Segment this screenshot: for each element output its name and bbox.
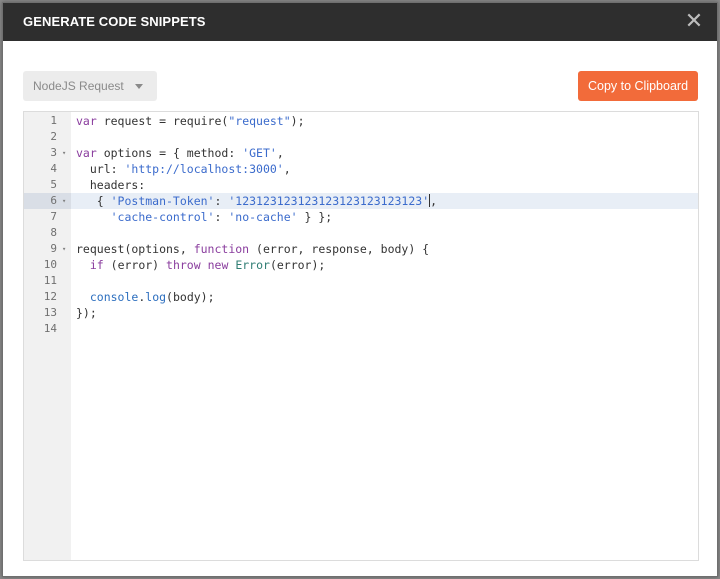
- dialog-header: GENERATE CODE SNIPPETS ✕: [3, 3, 717, 41]
- code-line[interactable]: 5 headers:: [24, 177, 698, 193]
- code-line[interactable]: 7 'cache-control': 'no-cache' } };: [24, 209, 698, 225]
- close-icon[interactable]: ✕: [681, 9, 707, 35]
- code-token: var: [76, 114, 97, 128]
- dialog-title: GENERATE CODE SNIPPETS: [23, 14, 206, 29]
- code-token: 'no-cache': [228, 210, 298, 224]
- code-token: ,: [276, 146, 284, 160]
- code-token: var: [76, 146, 97, 160]
- code-line[interactable]: 10 if (error) throw new Error(error);: [24, 257, 698, 273]
- code-line[interactable]: 8: [24, 225, 698, 241]
- code-line[interactable]: 2: [24, 129, 698, 145]
- code-token: '123123123123123123123123123': [228, 194, 430, 208]
- code-token: });: [76, 306, 97, 320]
- copy-to-clipboard-button[interactable]: Copy to Clipboard: [578, 71, 698, 101]
- code-token: 'http://localhost:3000': [124, 162, 284, 176]
- code-token: 'GET': [242, 146, 277, 160]
- code-token: );: [290, 114, 305, 128]
- code-token: (body);: [166, 290, 215, 304]
- code-snippets-dialog: GENERATE CODE SNIPPETS ✕ NodeJS Request …: [2, 2, 718, 577]
- code-token: if: [89, 258, 104, 272]
- code-token: request = require(: [96, 114, 229, 128]
- code-line[interactable]: 11: [24, 273, 698, 289]
- code-token: Error: [235, 258, 270, 272]
- code-token: headers:: [76, 178, 146, 192]
- code-line[interactable]: 1 var request = require("request");: [24, 113, 698, 129]
- code-token: new: [207, 258, 229, 272]
- code-text: 'cache-control': 'no-cache' } };: [76, 209, 333, 225]
- fold-arrow-icon[interactable]: ▾: [62, 241, 70, 257]
- line-number: 8: [50, 226, 57, 239]
- code-line[interactable]: 13});: [24, 305, 698, 321]
- code-text: { 'Postman-Token': '12312312312312312312…: [76, 193, 437, 209]
- chevron-down-icon: [135, 84, 143, 89]
- code-line[interactable]: 6 ▾ { 'Postman-Token': '12312312312312312…: [24, 193, 698, 209]
- code-text: console.log(body);: [76, 289, 215, 305]
- code-lines: 1 var request = require("request"); 2 3 ▾ var…: [24, 113, 698, 337]
- code-token: ,: [430, 194, 438, 208]
- language-select-value: NodeJS Request: [33, 79, 124, 93]
- code-token: log: [145, 290, 167, 304]
- line-number: 13: [43, 306, 57, 319]
- code-editor[interactable]: 1 var request = require("request"); 2 3 ▾ var…: [23, 111, 699, 561]
- line-number: 2: [50, 130, 57, 143]
- code-token: 'Postman-Token': [110, 194, 215, 208]
- line-number: 7: [50, 210, 57, 223]
- code-token: :: [214, 210, 229, 224]
- code-token: (error, response, body) {: [249, 242, 430, 256]
- code-token: } };: [297, 210, 333, 224]
- code-token: "request": [228, 114, 291, 128]
- code-token: (error);: [269, 258, 326, 272]
- language-select[interactable]: NodeJS Request: [23, 71, 157, 101]
- line-number: 12: [43, 290, 57, 303]
- code-token: 'cache-control': [110, 210, 215, 224]
- fold-arrow-icon[interactable]: ▾: [62, 193, 70, 209]
- code-token: url:: [76, 162, 125, 176]
- code-text: var options = { method: 'GET',: [76, 145, 284, 161]
- code-text: request(options, function (error, respon…: [76, 241, 429, 257]
- code-line[interactable]: 14: [24, 321, 698, 337]
- code-line[interactable]: 12 console.log(body);: [24, 289, 698, 305]
- code-token: throw: [166, 258, 201, 272]
- code-token: console: [89, 290, 139, 304]
- line-number: 4: [50, 162, 57, 175]
- code-text: headers:: [76, 177, 145, 193]
- code-token: (error): [103, 258, 167, 272]
- line-number: 5: [50, 178, 57, 191]
- code-text: url: 'http://localhost:3000',: [76, 161, 291, 177]
- code-token: function: [193, 242, 250, 256]
- code-line[interactable]: 4 url: 'http://localhost:3000',: [24, 161, 698, 177]
- line-number: 11: [43, 274, 57, 287]
- code-text: if (error) throw new Error(error);: [76, 257, 325, 273]
- code-text: var request = require("request");: [76, 113, 305, 129]
- fold-arrow-icon[interactable]: ▾: [62, 145, 70, 161]
- line-number: 14: [43, 322, 57, 335]
- code-token: request(options,: [76, 242, 194, 256]
- code-text: });: [76, 305, 97, 321]
- code-token: :: [214, 194, 229, 208]
- line-number: 10: [43, 258, 57, 271]
- code-token: {: [76, 194, 111, 208]
- line-number: 1: [50, 114, 57, 127]
- code-line[interactable]: 9 ▾ request(options, function (error, resp…: [24, 241, 698, 257]
- code-token: ,: [283, 162, 291, 176]
- code-token: options = { method:: [96, 146, 243, 160]
- code-line[interactable]: 3 ▾ var options = { method: 'GET',: [24, 145, 698, 161]
